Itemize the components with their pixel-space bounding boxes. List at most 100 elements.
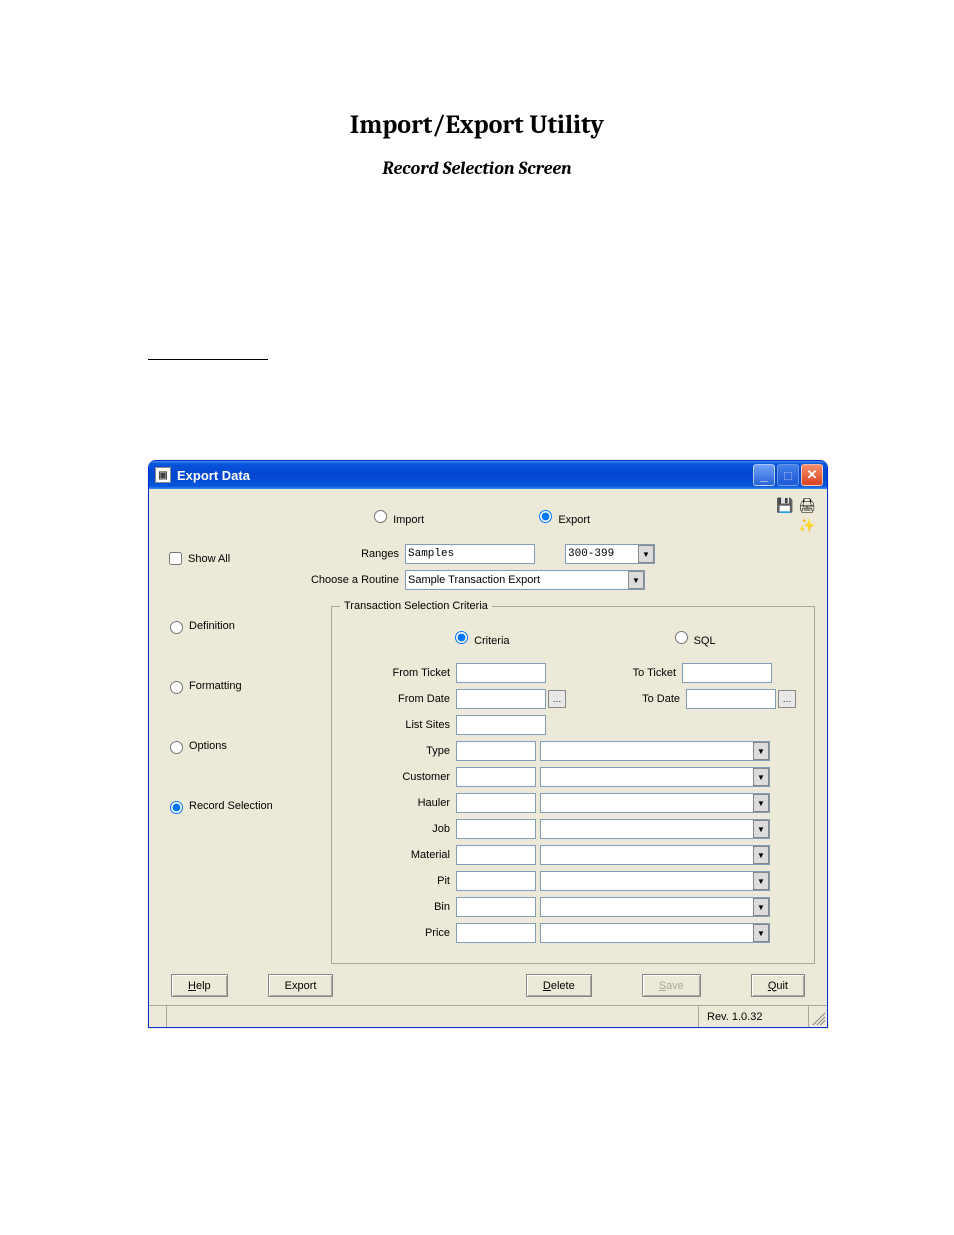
app-icon: ▣ bbox=[155, 467, 171, 483]
nav-record-selection-label: Record Selection bbox=[189, 800, 273, 812]
job-combo[interactable] bbox=[540, 819, 770, 839]
customer-label: Customer bbox=[340, 771, 450, 783]
material-label: Material bbox=[340, 849, 450, 861]
resize-grip-icon[interactable] bbox=[809, 1009, 825, 1025]
criteria-mode-sql-label: SQL bbox=[694, 635, 716, 647]
bin-combo[interactable] bbox=[540, 897, 770, 917]
criteria-mode-sql[interactable]: SQL bbox=[670, 628, 716, 647]
criteria-mode-sql-radio[interactable] bbox=[675, 631, 688, 644]
to-date-label: To Date bbox=[600, 693, 680, 705]
help-button[interactable]: Help bbox=[171, 974, 228, 997]
bin-dropdown-icon[interactable]: ▼ bbox=[753, 898, 769, 916]
printer-icon[interactable]: 🖨 bbox=[797, 495, 817, 515]
nav-definition[interactable]: Definition bbox=[165, 618, 319, 634]
mode-export-radio[interactable] bbox=[539, 510, 552, 523]
status-bar: Rev. 1.0.32 bbox=[149, 1005, 827, 1027]
job-dropdown-icon[interactable]: ▼ bbox=[753, 820, 769, 838]
mode-export-label: Export bbox=[558, 514, 590, 526]
show-all-label: Show All bbox=[188, 553, 230, 565]
quit-button[interactable]: Quit bbox=[751, 974, 805, 997]
material-code-input[interactable] bbox=[456, 845, 536, 865]
material-combo[interactable] bbox=[540, 845, 770, 865]
nav-options-label: Options bbox=[189, 740, 227, 752]
nav-definition-radio[interactable] bbox=[170, 621, 183, 634]
pit-code-input[interactable] bbox=[456, 871, 536, 891]
bin-code-input[interactable] bbox=[456, 897, 536, 917]
hauler-dropdown-icon[interactable]: ▼ bbox=[753, 794, 769, 812]
customer-code-input[interactable] bbox=[456, 767, 536, 787]
minimize-button[interactable]: _ bbox=[753, 464, 775, 486]
list-sites-label: List Sites bbox=[340, 719, 450, 731]
nav-definition-label: Definition bbox=[189, 620, 235, 632]
criteria-mode-criteria-radio[interactable] bbox=[455, 631, 468, 644]
ranges-name-combo[interactable] bbox=[405, 544, 535, 564]
job-code-input[interactable] bbox=[456, 819, 536, 839]
nav-record-selection[interactable]: Record Selection bbox=[165, 798, 319, 814]
mode-import-radio[interactable] bbox=[374, 510, 387, 523]
routine-dropdown-icon[interactable]: ▼ bbox=[628, 571, 644, 589]
job-label: Job bbox=[340, 823, 450, 835]
routine-combo[interactable] bbox=[405, 570, 645, 590]
export-data-window: ▣ Export Data _ □ ✕ 💾 🖨 ✨ Show All bbox=[148, 460, 828, 1028]
mode-export[interactable]: Export bbox=[534, 507, 590, 526]
from-date-input[interactable] bbox=[456, 689, 546, 709]
customer-dropdown-icon[interactable]: ▼ bbox=[753, 768, 769, 786]
toolbar-icons: 💾 🖨 ✨ bbox=[775, 495, 817, 515]
underline-divider bbox=[148, 359, 268, 360]
criteria-mode-criteria-label: Criteria bbox=[474, 635, 509, 647]
type-label: Type bbox=[340, 745, 450, 757]
hauler-code-input[interactable] bbox=[456, 793, 536, 813]
status-rev: Rev. 1.0.32 bbox=[699, 1006, 809, 1027]
routine-label: Choose a Routine bbox=[299, 574, 399, 586]
pit-label: Pit bbox=[340, 875, 450, 887]
price-dropdown-icon[interactable]: ▼ bbox=[753, 924, 769, 942]
to-date-input[interactable] bbox=[686, 689, 776, 709]
criteria-group: Transaction Selection Criteria Criteria … bbox=[331, 600, 815, 964]
criteria-mode-criteria[interactable]: Criteria bbox=[450, 628, 510, 647]
price-combo[interactable] bbox=[540, 923, 770, 943]
mode-import-label: Import bbox=[393, 514, 424, 526]
type-code-input[interactable] bbox=[456, 741, 536, 761]
to-ticket-input[interactable] bbox=[682, 663, 772, 683]
close-button[interactable]: ✕ bbox=[801, 464, 823, 486]
window-title: Export Data bbox=[177, 468, 250, 483]
material-dropdown-icon[interactable]: ▼ bbox=[753, 846, 769, 864]
nav-options[interactable]: Options bbox=[165, 738, 319, 754]
from-ticket-label: From Ticket bbox=[340, 667, 450, 679]
bin-label: Bin bbox=[340, 901, 450, 913]
show-all-input[interactable] bbox=[169, 552, 182, 565]
customer-combo[interactable] bbox=[540, 767, 770, 787]
type-dropdown-icon[interactable]: ▼ bbox=[753, 742, 769, 760]
from-date-browse-button[interactable]: … bbox=[548, 690, 566, 708]
delete-button[interactable]: Delete bbox=[526, 974, 592, 997]
criteria-legend: Transaction Selection Criteria bbox=[340, 600, 492, 612]
from-ticket-input[interactable] bbox=[456, 663, 546, 683]
hauler-label: Hauler bbox=[340, 797, 450, 809]
to-ticket-label: To Ticket bbox=[596, 667, 676, 679]
ranges-range-dropdown-icon[interactable]: ▼ bbox=[638, 545, 654, 563]
to-date-browse-button[interactable]: … bbox=[778, 690, 796, 708]
save-icon[interactable]: 💾 bbox=[775, 495, 795, 515]
save-button: Save bbox=[642, 974, 701, 997]
mode-import[interactable]: Import bbox=[369, 507, 424, 526]
pit-dropdown-icon[interactable]: ▼ bbox=[753, 872, 769, 890]
nav-formatting-label: Formatting bbox=[189, 680, 242, 692]
titlebar[interactable]: ▣ Export Data _ □ ✕ bbox=[149, 461, 827, 489]
price-label: Price bbox=[340, 927, 450, 939]
list-sites-input[interactable] bbox=[456, 715, 546, 735]
page-title: Import/Export Utility bbox=[0, 110, 954, 140]
show-all-checkbox[interactable]: Show All bbox=[165, 549, 319, 568]
pit-combo[interactable] bbox=[540, 871, 770, 891]
hauler-combo[interactable] bbox=[540, 793, 770, 813]
type-combo[interactable] bbox=[540, 741, 770, 761]
nav-options-radio[interactable] bbox=[170, 741, 183, 754]
ranges-label: Ranges bbox=[329, 548, 399, 560]
nav-formatting[interactable]: Formatting bbox=[165, 678, 319, 694]
price-code-input[interactable] bbox=[456, 923, 536, 943]
maximize-button: □ bbox=[777, 464, 799, 486]
from-date-label: From Date bbox=[340, 693, 450, 705]
nav-record-selection-radio[interactable] bbox=[170, 801, 183, 814]
export-button[interactable]: Export bbox=[268, 974, 334, 997]
nav-formatting-radio[interactable] bbox=[170, 681, 183, 694]
wizard-icon[interactable]: ✨ bbox=[797, 515, 817, 535]
